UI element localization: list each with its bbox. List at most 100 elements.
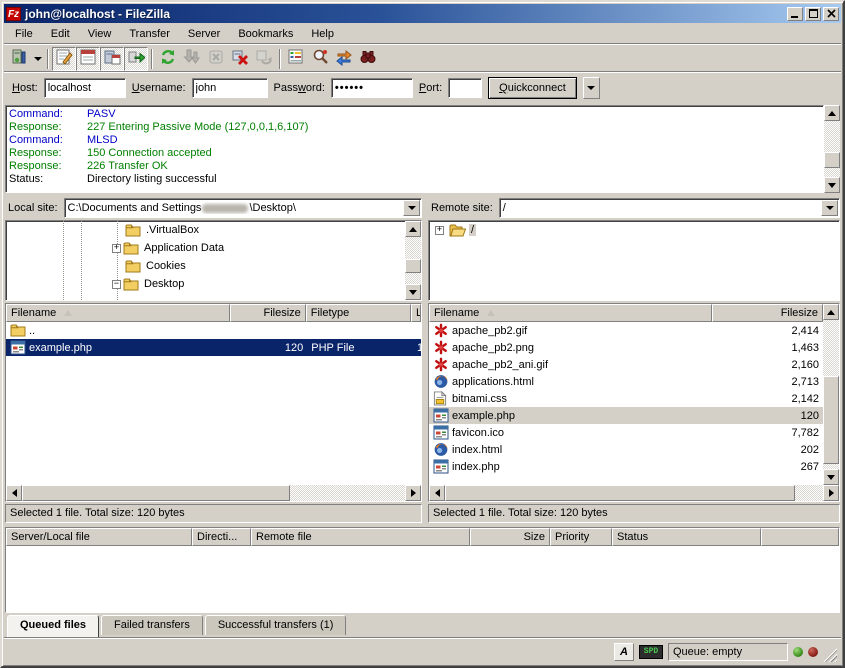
minimize-button[interactable] [787, 7, 803, 21]
disconnect-button[interactable] [228, 47, 252, 71]
file-row-example-php[interactable]: example.php120PHP File1 [6, 339, 421, 356]
local-horizontal-scrollbar[interactable] [6, 485, 421, 501]
log-vertical-scrollbar[interactable] [824, 105, 840, 193]
tree-item-desktop[interactable]: −Desktop [6, 275, 405, 293]
expand-icon[interactable]: + [435, 226, 444, 235]
remote-list-scrollbar[interactable] [823, 304, 839, 485]
menu-file[interactable]: File [6, 25, 42, 43]
menu-help[interactable]: Help [302, 25, 343, 43]
quickconnect-dropdown[interactable] [583, 77, 600, 99]
queue-column-remote-file[interactable]: Remote file [251, 528, 470, 546]
file-row-bitnami-css[interactable]: bitnami.css2,142 [429, 390, 823, 407]
tree-item-cookies[interactable]: Cookies [6, 257, 405, 275]
menu-view[interactable]: View [79, 25, 121, 43]
filename-text: .. [29, 325, 35, 337]
menu-bookmarks[interactable]: Bookmarks [229, 25, 302, 43]
file-row-apache_pb2-gif[interactable]: apache_pb2.gif2,414 [429, 322, 823, 339]
maximize-button[interactable] [805, 7, 821, 21]
tab-failed-transfers[interactable]: Failed transfers [101, 615, 203, 635]
file-row-applications-html[interactable]: applications.html2,713 [429, 373, 823, 390]
menu-transfer[interactable]: Transfer [120, 25, 179, 43]
scrollbar-thumb[interactable] [405, 259, 421, 273]
scrollbar-thumb[interactable] [824, 152, 840, 168]
directory-filters-button[interactable] [284, 47, 308, 71]
toggle-message-log-button[interactable] [52, 47, 76, 71]
remote-site-dropdown[interactable] [821, 200, 838, 216]
scroll-down-button[interactable] [824, 177, 840, 193]
tree-item-root[interactable]: +/ [429, 221, 839, 239]
tree-item-application-data[interactable]: +Application Data [6, 239, 405, 257]
scroll-up-button[interactable] [824, 105, 840, 121]
column-header-l[interactable]: L [411, 304, 421, 322]
local-site-combo[interactable]: C:\Documents and Settings\Desktop\ [64, 198, 422, 218]
file-row-index-php[interactable]: index.php267 [429, 458, 823, 475]
password-input[interactable] [331, 78, 413, 98]
scroll-right-button[interactable] [823, 485, 839, 501]
scrollbar-thumb[interactable] [22, 485, 290, 501]
local-tree-scrollbar[interactable] [405, 221, 421, 300]
file-row--[interactable]: .. [6, 322, 421, 339]
toggle-remote-tree-button[interactable] [100, 47, 124, 71]
scrollbar-thumb[interactable] [445, 485, 795, 501]
filename-cell: .. [6, 322, 231, 339]
column-header-filesize[interactable]: Filesize [712, 304, 823, 322]
queue-column-directi-[interactable]: Directi... [192, 528, 251, 546]
remote-horizontal-scrollbar[interactable] [429, 485, 839, 501]
column-header-filename[interactable]: Filename [429, 304, 712, 322]
remote-site-combo[interactable]: / [499, 198, 840, 218]
menu-server[interactable]: Server [179, 25, 229, 43]
remote-directory-tree[interactable]: +/ [429, 221, 839, 300]
queue-column-status[interactable]: Status [612, 528, 761, 546]
menu-edit[interactable]: Edit [42, 25, 79, 43]
directory-comparison-button[interactable] [308, 47, 332, 71]
tab-queued-files[interactable]: Queued files [7, 615, 99, 637]
scrollbar-thumb[interactable] [823, 376, 839, 464]
file-row-apache_pb2-png[interactable]: apache_pb2.png1,463 [429, 339, 823, 356]
column-header-filename[interactable]: Filename [6, 304, 230, 322]
site-manager-dropdown[interactable] [31, 47, 44, 71]
scroll-right-button[interactable] [405, 485, 421, 501]
close-button[interactable] [823, 7, 839, 21]
reconnect-button[interactable] [252, 47, 276, 71]
queue-body[interactable] [6, 546, 839, 612]
file-row-apache_pb2_ani-gif[interactable]: apache_pb2_ani.gif2,160 [429, 356, 823, 373]
toggle-transfer-queue-button[interactable] [124, 47, 148, 71]
queue-column-size[interactable]: Size [470, 528, 550, 546]
host-input[interactable] [44, 78, 126, 98]
resize-grip[interactable] [823, 648, 837, 662]
refresh-button[interactable] [156, 47, 180, 71]
speed-limit-icon[interactable]: SPD [639, 645, 663, 659]
username-input[interactable] [192, 78, 268, 98]
tree-item--virtualbox[interactable]: .VirtualBox [6, 221, 405, 239]
site-manager-button[interactable] [7, 47, 31, 71]
cancel-operation-button[interactable] [204, 47, 228, 71]
queue-column-priority[interactable]: Priority [550, 528, 612, 546]
local-file-list[interactable]: .. example.php120PHP File1 [6, 322, 421, 485]
quickconnect-button[interactable]: Quickconnect [488, 77, 577, 99]
scroll-down-button[interactable] [823, 469, 839, 485]
queue-column-server-local-file[interactable]: Server/Local file [6, 528, 192, 546]
column-header-filetype[interactable]: Filetype [306, 304, 411, 322]
file-row-favicon-ico[interactable]: favicon.ico7,782 [429, 424, 823, 441]
toggle-local-tree-button[interactable] [76, 47, 100, 71]
file-row-index-html[interactable]: index.html202 [429, 441, 823, 458]
file-row-example-php[interactable]: example.php120 [429, 407, 823, 424]
local-directory-tree[interactable]: .VirtualBox+Application DataCookies−Desk… [6, 221, 405, 300]
scroll-down-button[interactable] [405, 284, 421, 300]
find-files-button[interactable] [356, 47, 380, 71]
scroll-left-button[interactable] [429, 485, 445, 501]
scroll-up-button[interactable] [405, 221, 421, 237]
tab-successful-transfers-1-[interactable]: Successful transfers (1) [205, 615, 347, 635]
synchronized-browsing-button[interactable] [332, 47, 356, 71]
remote-file-list[interactable]: apache_pb2.gif2,414apache_pb2.png1,463ap… [429, 322, 823, 485]
local-site-dropdown[interactable] [403, 200, 420, 216]
collapse-icon[interactable]: − [112, 280, 121, 289]
expand-icon[interactable]: + [112, 244, 121, 253]
process-queue-button[interactable] [180, 47, 204, 71]
title-bar[interactable]: Fz john@localhost - FileZilla [4, 4, 841, 23]
scroll-up-button[interactable] [823, 304, 839, 320]
transfer-type-icon[interactable]: A [614, 643, 634, 661]
scroll-left-button[interactable] [6, 485, 22, 501]
port-input[interactable] [448, 78, 482, 98]
column-header-filesize[interactable]: Filesize [230, 304, 306, 322]
